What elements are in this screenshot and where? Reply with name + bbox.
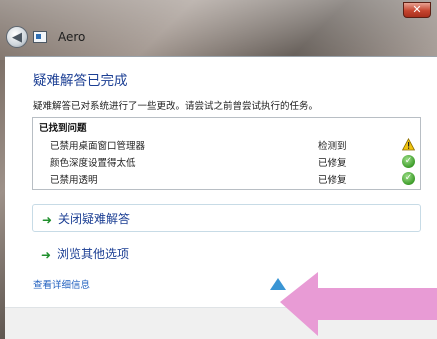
- problems-found-table: 已找到问题 已禁用桌面窗口管理器 检测到 颜色深度设置得太低 已修复 ✓ 已禁用…: [32, 117, 421, 190]
- green-arrow-icon: ➜: [41, 248, 52, 262]
- window-title: Aero: [58, 30, 86, 44]
- warning-icon: [402, 138, 415, 151]
- close-button[interactable]: ✕: [403, 2, 431, 18]
- problems-found-header: 已找到问题: [39, 123, 87, 134]
- check-icon: ✓: [402, 172, 415, 185]
- back-button[interactable]: ◀: [6, 26, 28, 48]
- check-icon: ✓: [402, 155, 415, 168]
- option-label: 关闭疑难解答: [58, 212, 131, 226]
- close-troubleshooter-option[interactable]: ➜ 关闭疑难解答: [32, 204, 421, 232]
- green-arrow-icon: ➜: [42, 213, 53, 227]
- page-description: 疑难解答已对系统进行了一些更改。请尝试之前曾尝试执行的任务。: [33, 101, 319, 112]
- problem-status: 已修复: [318, 158, 347, 169]
- option-label: 浏览其他选项: [57, 247, 130, 261]
- table-row: 颜色深度设置得太低 已修复 ✓: [33, 153, 422, 169]
- view-details-link[interactable]: 查看详细信息: [33, 277, 90, 291]
- table-row: 已禁用桌面窗口管理器 检测到: [33, 136, 422, 152]
- troubleshooter-window: ✕ ◀ Aero 疑难解答已完成 疑难解答已对系统进行了一些更改。请尝试之前曾尝…: [0, 0, 437, 339]
- troubleshooter-app-icon: [33, 31, 47, 43]
- problem-name: 已禁用透明: [50, 175, 98, 186]
- table-row: 已禁用透明 已修复 ✓: [33, 170, 422, 186]
- problem-name: 颜色深度设置得太低: [50, 158, 136, 169]
- back-arrow-icon: ◀: [12, 29, 22, 45]
- problem-status: 已修复: [318, 175, 347, 186]
- problem-name: 已禁用桌面窗口管理器: [50, 141, 146, 152]
- problem-status: 检测到: [318, 141, 347, 152]
- page-title: 疑难解答已完成: [33, 73, 128, 89]
- pink-arrow-overlay: [280, 272, 437, 336]
